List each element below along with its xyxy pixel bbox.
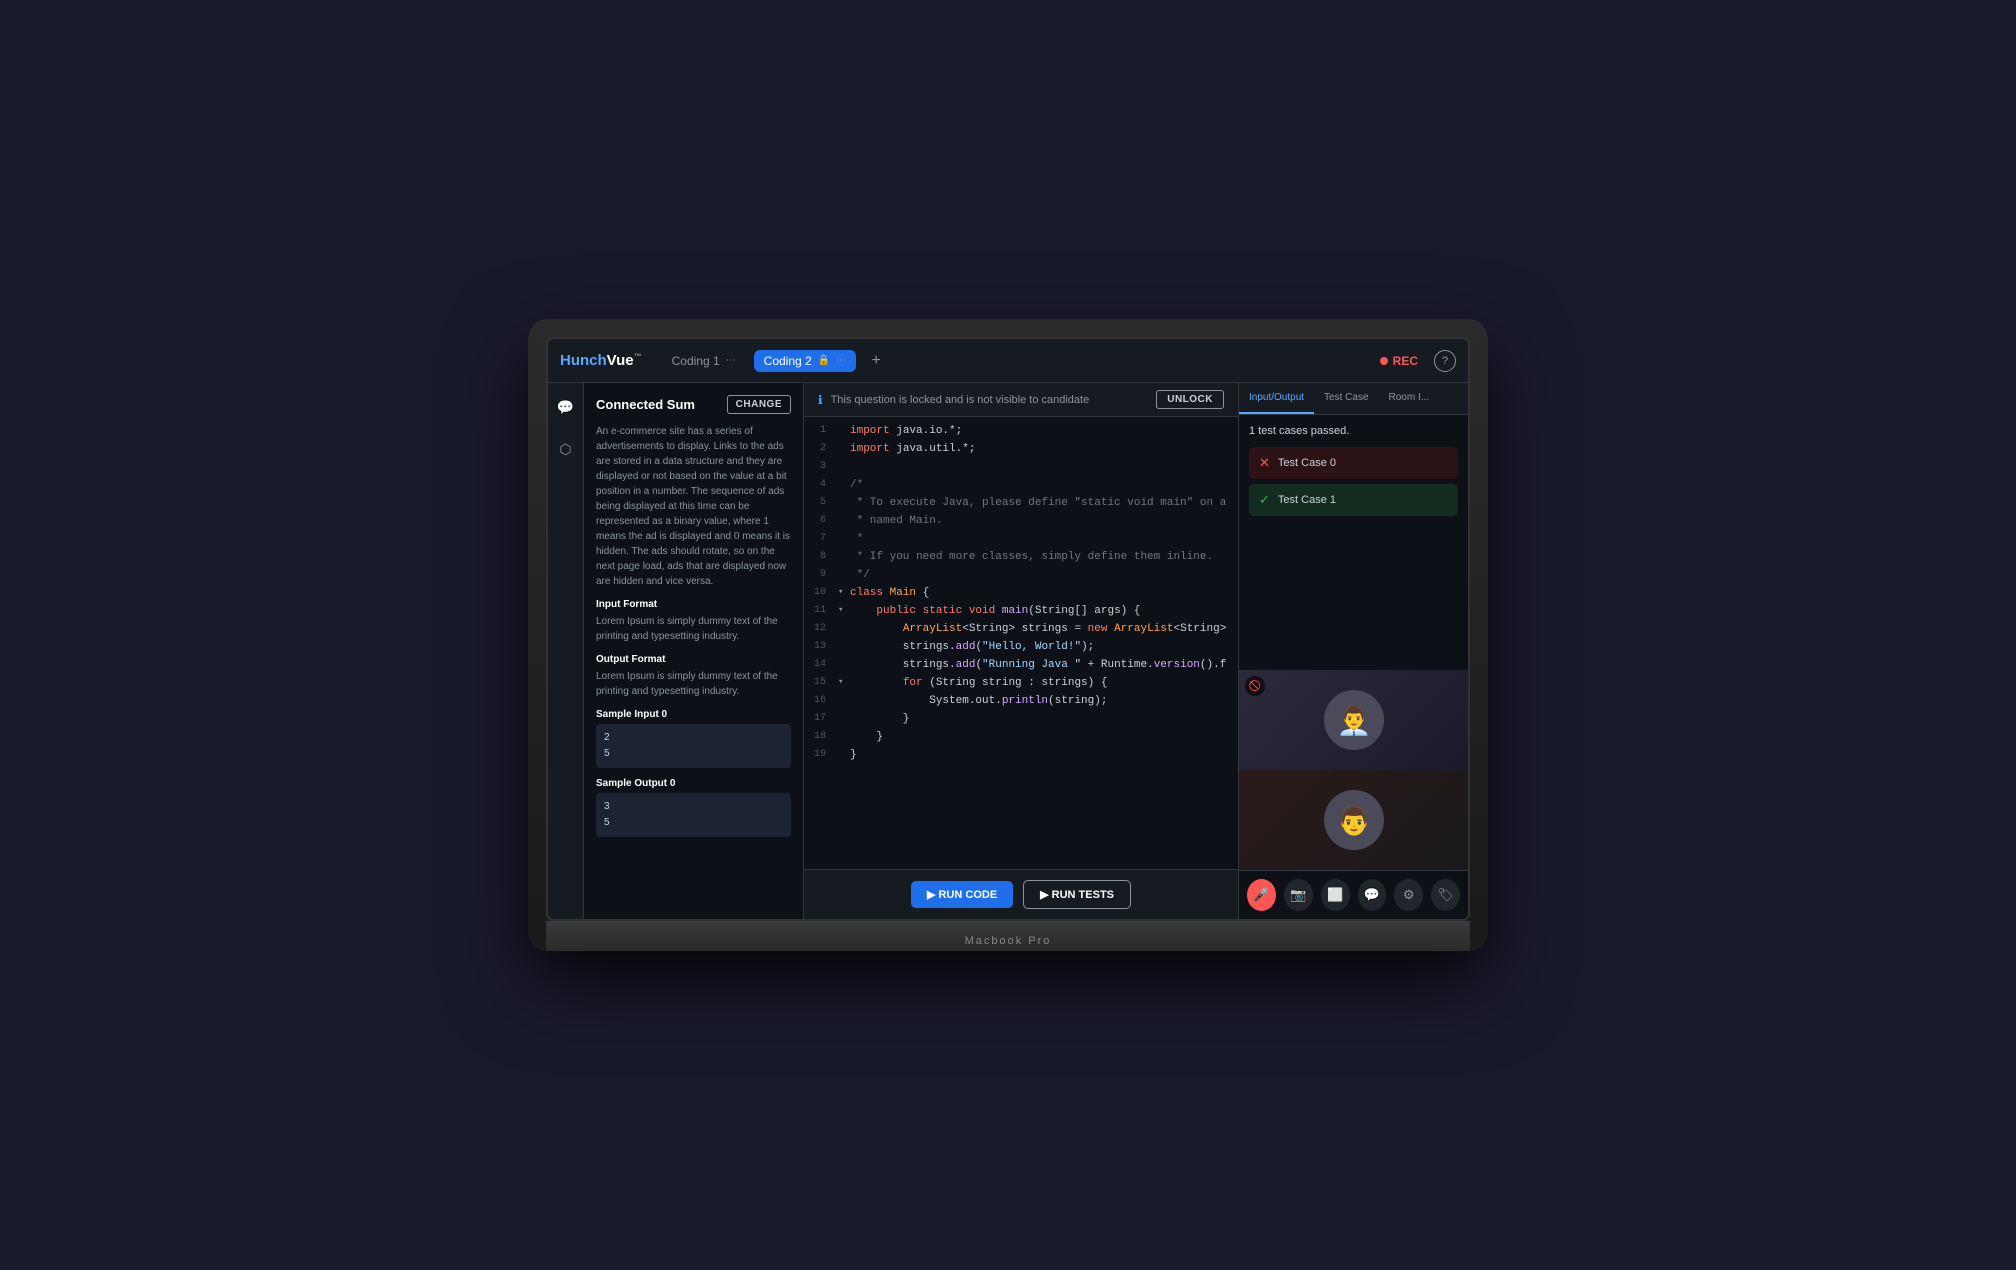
run-code-button[interactable]: ▶ RUN CODE xyxy=(911,881,1013,908)
code-line-7: 7 * xyxy=(804,533,1238,551)
sample-output-val1: 5 xyxy=(604,815,783,831)
rec-button[interactable]: REC xyxy=(1380,354,1418,368)
test-case-0[interactable]: ✕ Test Case 0 xyxy=(1249,447,1458,479)
sidebar-icon-chat[interactable]: 💬 xyxy=(552,393,580,421)
test-summary: 1 test cases passed. xyxy=(1249,425,1458,437)
run-tests-button[interactable]: ▶ RUN TESTS xyxy=(1023,880,1131,909)
logo-tm: ™ xyxy=(634,352,642,361)
test-case-1[interactable]: ✓ Test Case 1 xyxy=(1249,484,1458,516)
avatar-1: 👨‍💼 xyxy=(1324,690,1384,750)
sample-output-title: Sample Output 0 xyxy=(596,778,791,789)
code-line-16: 16 System.out.println(string); xyxy=(804,695,1238,713)
tab-coding1-more[interactable]: ⋯ xyxy=(726,355,736,366)
test-pass-icon: ✓ xyxy=(1259,492,1270,508)
code-line-2: 2 import java.util.*; xyxy=(804,443,1238,461)
add-tab-button[interactable]: + xyxy=(864,349,888,373)
code-line-11: 11 ▾ public static void main(String[] ar… xyxy=(804,605,1238,623)
problem-header: Connected Sum CHANGE xyxy=(596,395,791,414)
input-format-text: Lorem Ipsum is simply dummy text of the … xyxy=(596,614,791,644)
sample-input-val0: 2 xyxy=(604,730,783,746)
code-line-14: 14 strings.add("Running Java " + Runtime… xyxy=(804,659,1238,677)
code-line-5: 5 * To execute Java, please define "stat… xyxy=(804,497,1238,515)
input-format-title: Input Format xyxy=(596,599,791,610)
code-line-10: 10 ▾ class Main { xyxy=(804,587,1238,605)
output-format-title: Output Format xyxy=(596,654,791,665)
lock-banner: ℹ This question is locked and is not vis… xyxy=(804,383,1238,417)
code-line-15: 15 ▾ for (String string : strings) { xyxy=(804,677,1238,695)
help-button[interactable]: ? xyxy=(1434,350,1456,372)
tab-coding2[interactable]: Coding 2 🔒 ⋯ xyxy=(754,350,857,372)
test-case-0-label: Test Case 0 xyxy=(1278,457,1336,469)
change-button[interactable]: CHANGE xyxy=(727,395,791,414)
code-line-3: 3 xyxy=(804,461,1238,479)
editor-area: ℹ This question is locked and is not vis… xyxy=(804,383,1238,919)
mic-button[interactable]: 🎤 xyxy=(1247,879,1276,911)
code-line-18: 18 } xyxy=(804,731,1238,749)
problem-title: Connected Sum xyxy=(596,397,695,412)
macbook-label: Macbook Pro xyxy=(965,935,1052,947)
tab-coding2-more[interactable]: ⋯ xyxy=(836,355,846,366)
right-panel: Input/Output Test Case Room I... 1 test … xyxy=(1238,383,1468,919)
sample-output-box: 3 5 xyxy=(596,793,791,837)
rec-label: REC xyxy=(1393,354,1418,368)
tag-button[interactable]: 🏷 xyxy=(1431,879,1460,911)
sample-input-val1: 5 xyxy=(604,746,783,762)
unlock-button[interactable]: UNLOCK xyxy=(1156,390,1224,409)
tab-test-case[interactable]: Test Case xyxy=(1314,383,1378,414)
video-panel-2: 👨 xyxy=(1239,770,1468,870)
code-line-9: 9 */ xyxy=(804,569,1238,587)
tab-coding1-label: Coding 1 xyxy=(672,354,720,368)
code-line-1: 1 import java.io.*; xyxy=(804,425,1238,443)
editor-bottom: ▶ RUN CODE ▶ RUN TESTS xyxy=(804,869,1238,919)
logo: HunchVue™ xyxy=(560,352,642,369)
output-format-text: Lorem Ipsum is simply dummy text of the … xyxy=(596,669,791,699)
sample-input-title: Sample Input 0 xyxy=(596,709,791,720)
sample-input-box: 2 5 xyxy=(596,724,791,768)
lock-text: This question is locked and is not visib… xyxy=(831,394,1090,406)
tab-room[interactable]: Room I... xyxy=(1379,383,1440,414)
code-line-12: 12 ArrayList<String> strings = new Array… xyxy=(804,623,1238,641)
video-panel-1: 🚫 👨‍💼 xyxy=(1239,670,1468,770)
problem-panel: Connected Sum CHANGE An e-commerce site … xyxy=(584,383,804,919)
sample-input-section: Sample Input 0 2 5 xyxy=(596,709,791,768)
test-case-1-label: Test Case 1 xyxy=(1278,494,1336,506)
video-panels: 🚫 👨‍💼 👨 xyxy=(1239,670,1468,870)
sidebar-icon-nodes[interactable]: ⬡ xyxy=(552,435,580,463)
avatar-2: 👨 xyxy=(1324,790,1384,850)
code-line-17: 17 } xyxy=(804,713,1238,731)
topbar: HunchVue™ Coding 1 ⋯ Coding 2 🔒 ⋯ + REC xyxy=(548,339,1468,383)
sidebar-icons: 💬 ⬡ xyxy=(548,383,584,919)
code-line-4: 4 /* xyxy=(804,479,1238,497)
chat-button[interactable]: 💬 xyxy=(1358,879,1387,911)
bottom-toolbar: 🎤 📷 ⬜ 💬 ⚙ 🏷 xyxy=(1239,870,1468,919)
right-content: 1 test cases passed. ✕ Test Case 0 ✓ Tes… xyxy=(1239,415,1468,670)
rec-dot xyxy=(1380,357,1388,365)
screen-share-button[interactable]: ⬜ xyxy=(1321,879,1350,911)
settings-button[interactable]: ⚙ xyxy=(1394,879,1423,911)
code-line-8: 8 * If you need more classes, simply def… xyxy=(804,551,1238,569)
tab-coding1[interactable]: Coding 1 ⋯ xyxy=(662,350,746,372)
test-fail-icon: ✕ xyxy=(1259,455,1270,471)
tab-input-output[interactable]: Input/Output xyxy=(1239,383,1314,414)
code-line-19: 19 } xyxy=(804,749,1238,767)
sample-output-section: Sample Output 0 3 5 xyxy=(596,778,791,837)
right-tabs: Input/Output Test Case Room I... xyxy=(1239,383,1468,415)
video-button[interactable]: 📷 xyxy=(1284,879,1313,911)
code-line-6: 6 * named Main. xyxy=(804,515,1238,533)
lock-icon: ℹ xyxy=(818,393,823,407)
tab-coding2-label: Coding 2 xyxy=(764,354,812,368)
code-line-13: 13 strings.add("Hello, World!"); xyxy=(804,641,1238,659)
mic-off-badge-1: 🚫 xyxy=(1245,676,1265,696)
lock-icon-tab: 🔒 xyxy=(818,355,830,366)
problem-description: An e-commerce site has a series of adver… xyxy=(596,424,791,589)
code-editor[interactable]: 1 import java.io.*; 2 import java.util.*… xyxy=(804,417,1238,869)
sample-output-val0: 3 xyxy=(604,799,783,815)
